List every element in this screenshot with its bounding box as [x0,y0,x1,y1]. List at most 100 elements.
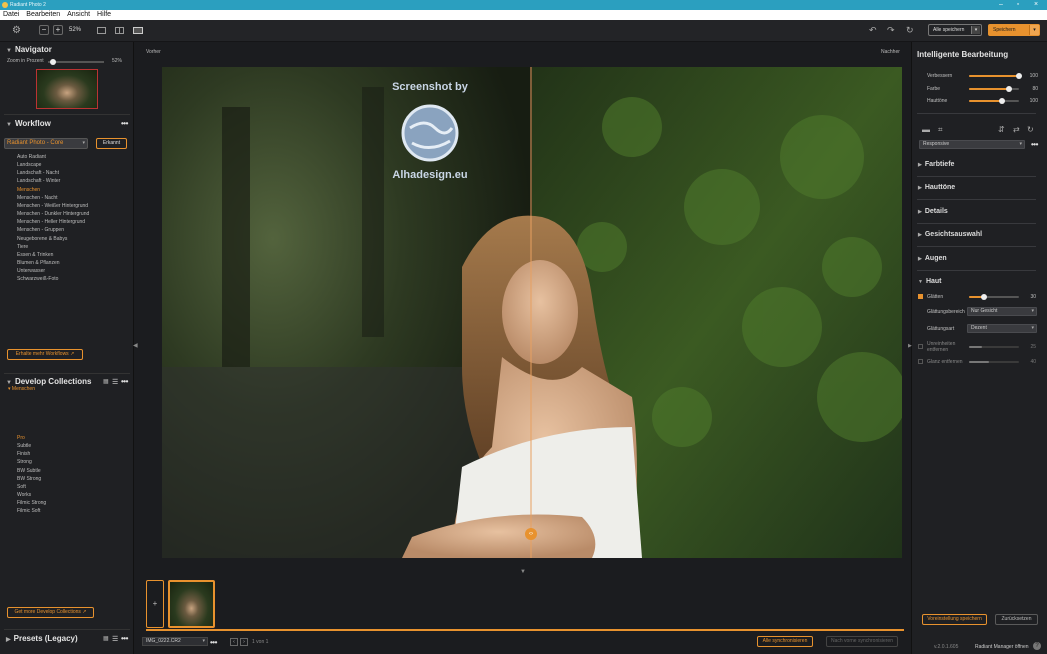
workflow-item[interactable]: Menschen - Weißer Hintergrund [17,203,88,209]
more-workflows-button[interactable]: Erhalte mehr Workflows ↗ [7,349,83,360]
image-icon[interactable]: ▬ [922,125,930,134]
smart-slider-knob[interactable] [1006,85,1012,92]
panel-header[interactable]: ▶ Augen [918,255,947,262]
add-image-button[interactable]: + [146,580,164,628]
smooth-area-select[interactable]: Nur Gesicht [967,307,1037,316]
collection-item[interactable]: Filmic Soft [17,508,40,514]
workflow-item[interactable]: Landscape [17,162,41,168]
responsive-more-icon[interactable]: ••• [1031,140,1038,149]
workflow-item[interactable]: Neugeborene & Babys [17,236,67,242]
prev-image-button[interactable]: ‹ [230,638,238,646]
next-image-button[interactable]: › [240,638,248,646]
zoom-in-button[interactable]: + [53,25,63,35]
collection-item[interactable]: BW Strong [17,476,41,482]
collections-header[interactable]: ▼ Develop Collections [6,377,91,386]
collection-item[interactable]: Strong [17,459,32,465]
save-all-dropdown-icon[interactable]: ▾ [971,26,980,34]
collection-item[interactable]: Finish [17,451,30,457]
workflow-item[interactable]: Menschen - Nacht [17,195,58,201]
smooth-type-select[interactable]: Dezent [967,324,1037,333]
gear-icon[interactable]: ⚙ [12,25,21,36]
workflow-item[interactable]: Unterwasser [17,268,45,274]
photo-canvas[interactable]: ‹› Screenshot by Alhadesign.eu [162,67,902,558]
workflow-item[interactable]: Auto Radiant [17,154,46,160]
workflow-preset-select[interactable]: Radiant Photo - Core ▾ [4,138,88,149]
navigator-thumbnail[interactable] [36,69,98,109]
presets-list-icon[interactable]: ☰ [112,635,118,643]
split-view-icon[interactable] [115,27,124,34]
collection-item[interactable]: Works [17,492,31,498]
flip-horizontal-icon[interactable]: ⇄ [1013,125,1020,134]
workflow-item[interactable]: Blumen & Pflanzen [17,260,60,266]
collapse-filmstrip-icon[interactable]: ▼ [520,569,526,575]
workflow-item[interactable]: Menschen [17,187,40,193]
expand-blemish-icon[interactable]: ▶ [908,343,912,349]
navigator-header[interactable]: ▼ Navigator [6,45,52,54]
panel-header[interactable]: ▶ Hauttöne [918,184,955,191]
panel-header[interactable]: ▶ Details [918,208,948,215]
workflow-item[interactable]: Schwarzweiß-Foto [17,276,58,282]
blemish-checkbox[interactable] [918,344,923,349]
crop-icon[interactable]: ⌗ [938,125,943,135]
compare-view-icon[interactable] [133,27,143,34]
collection-item[interactable]: Soft [17,484,26,490]
save-all-button[interactable]: Alle speichern ▾ [928,24,982,36]
workflow-header[interactable]: ▼ Workflow [6,119,51,128]
collection-item[interactable]: BW Subtle [17,468,41,474]
detect-button[interactable]: Erkannt [96,138,127,149]
reset-button[interactable]: Zurücksetzen [995,614,1038,625]
sync-forward-button[interactable]: Nach vorne synchronisieren [826,636,898,647]
panel-haut-header[interactable]: ▼ Haut [918,278,942,285]
sync-all-button[interactable]: Alle synchronisieren [757,636,813,647]
collection-item[interactable]: Subtle [17,443,31,449]
single-view-icon[interactable] [97,27,106,34]
list-view-icon[interactable]: ☰ [112,378,118,386]
workflow-item[interactable]: Landschaft - Winter [17,178,60,184]
undo-icon[interactable]: ↶ [869,25,877,36]
smooth-checkbox[interactable] [918,294,923,299]
presets-header[interactable]: ▶ Presets (Legacy) [6,634,78,643]
radiant-manager-link[interactable]: Radiant Manager öffnen [975,644,1029,650]
shine-checkbox[interactable] [918,359,923,364]
workflow-item[interactable]: Tiere [17,244,28,250]
workflow-item[interactable]: Essen & Trinken [17,252,53,258]
refresh-icon[interactable]: ↻ [906,25,914,36]
minimize-icon[interactable]: – [994,0,1008,10]
responsive-select[interactable]: Responsive [919,140,1025,149]
presets-more-icon[interactable]: ••• [121,634,128,643]
workflow-item[interactable]: Landschaft - Nacht [17,170,59,176]
save-dropdown-icon[interactable]: ▾ [1029,25,1039,35]
filmstrip-thumbnail[interactable] [168,580,215,628]
smart-slider-knob[interactable] [998,98,1005,105]
workflow-item[interactable]: Menschen - Gruppen [17,227,64,233]
panel-header[interactable]: ▶ Farbtiefe [918,161,954,168]
close-icon[interactable]: × [1029,0,1043,10]
menu-datei[interactable]: Datei [3,11,19,18]
more-collections-button[interactable]: Get more Develop Collections ↗ [7,607,94,618]
flip-vertical-icon[interactable]: ⇵ [998,125,1005,134]
zoom-slider-knob[interactable] [50,59,56,65]
maximize-icon[interactable]: ▫ [1011,0,1025,10]
menu-ansicht[interactable]: Ansicht [67,11,90,18]
save-button[interactable]: Speichern ▾ [988,24,1040,36]
zoom-slider[interactable] [48,59,104,65]
menu-bearbeiten[interactable]: Bearbeiten [26,11,60,18]
collapse-left-icon[interactable]: ◀ [133,342,138,349]
collection-item[interactable]: Filmic Strong [17,500,46,506]
help-icon[interactable]: ? [1033,642,1041,650]
file-more-icon[interactable]: ••• [210,638,217,647]
zoom-out-button[interactable]: − [39,25,49,35]
smooth-slider-knob[interactable] [981,294,987,300]
save-preset-button[interactable]: Voreinstellung speichern [922,614,987,625]
panel-header[interactable]: ▶ Gesichtsauswahl [918,231,982,238]
redo-icon[interactable]: ↷ [887,25,895,36]
rotate-icon[interactable]: ↻ [1027,125,1034,134]
presets-grid-icon[interactable]: ▦ [103,635,109,642]
collections-more-icon[interactable]: ••• [121,377,128,386]
collection-item[interactable]: Pro [17,435,25,441]
file-select[interactable]: IMG_0222.CR2 ▾ [142,637,208,646]
workflow-item[interactable]: Menschen - Heller Hintergrund [17,219,85,225]
workflow-more-icon[interactable]: ••• [121,119,128,128]
collection-group[interactable]: ▾ Menschen [8,386,35,392]
compare-handle[interactable]: ‹› [525,528,537,540]
